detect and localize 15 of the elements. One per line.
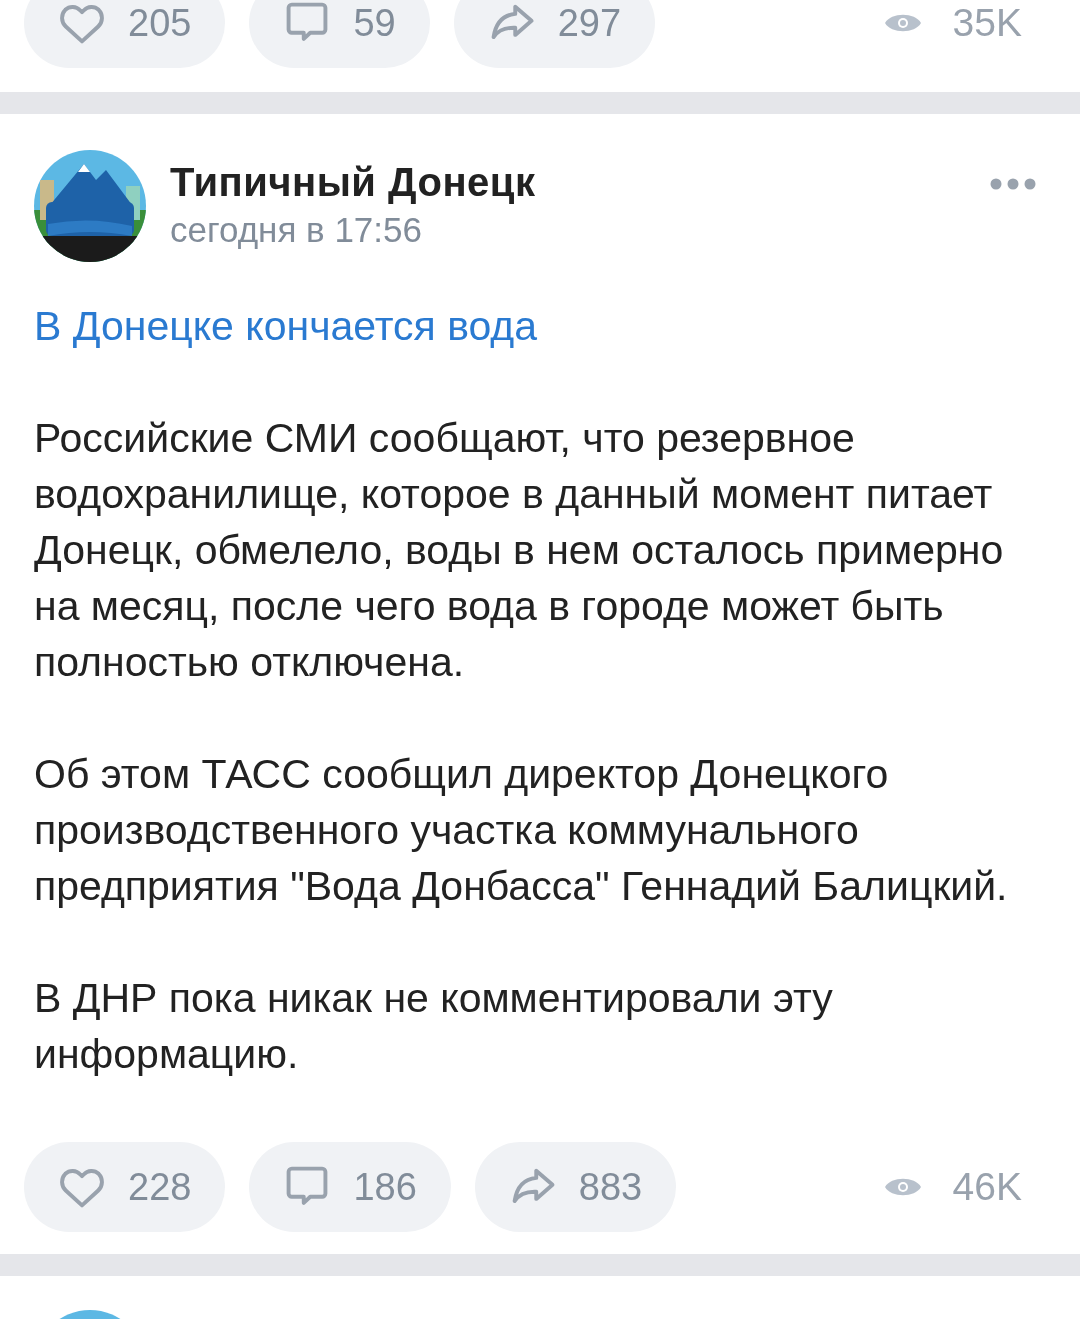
post-time: сегодня в 17:56 xyxy=(170,209,423,251)
like-button[interactable]: 205 xyxy=(24,0,226,68)
views-count: 46K xyxy=(952,1163,1022,1210)
post-paragraph: В ДНР пока никак не комментировали эту информацию. xyxy=(34,974,834,1079)
author-name[interactable]: Типичный Донецк xyxy=(170,158,966,206)
share-button[interactable]: 883 xyxy=(474,1142,677,1232)
comment-button[interactable]: 186 xyxy=(249,1142,451,1232)
views-count: 35K xyxy=(952,0,1022,46)
comment-button[interactable]: 59 xyxy=(249,0,430,68)
post-title-link[interactable]: В Донецке кончается вода xyxy=(34,298,1046,354)
share-button[interactable]: 297 xyxy=(453,0,656,68)
post-paragraph: Российские СМИ сообщают, что резервное водохранилище, которое в данный момент питает Донецк, обмелело, воды в нем осталось примерно на месяц, после чего вода в городе может быть полностью отключена. xyxy=(34,414,1005,687)
like-button[interactable]: 228 xyxy=(24,1142,226,1232)
more-icon[interactable] xyxy=(990,178,1036,190)
post-paragraph: Об этом ТАСС сообщил директор Донецкого производственного участка коммунального предприятия "Вода Донбасса" Геннадий Балицкий. xyxy=(34,750,1009,911)
